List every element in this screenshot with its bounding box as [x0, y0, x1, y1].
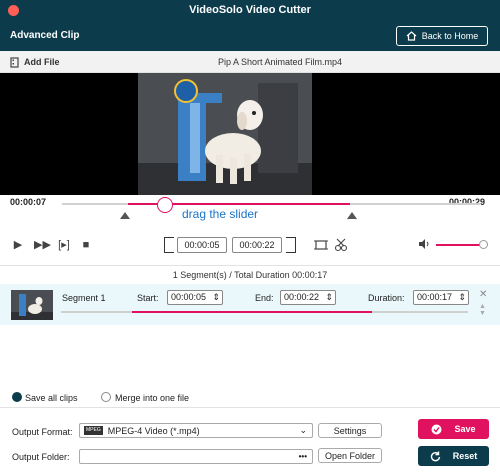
segment-thumbnail [11, 290, 53, 320]
split-icon[interactable] [314, 238, 328, 252]
delete-segment-icon[interactable]: ✕ [479, 289, 487, 300]
segment-name: Segment 1 [62, 293, 106, 303]
save-label: Save [454, 424, 476, 434]
file-name: Pip A Short Animated Film.mp4 [217, 57, 343, 67]
window-title: VideoSolo Video Cutter [189, 4, 311, 16]
page-title: Advanced Clip [10, 30, 80, 41]
reset-icon [430, 451, 440, 461]
check-circle-icon [431, 424, 442, 434]
play-selection-icon[interactable]: [▸] [57, 238, 71, 252]
add-file-button[interactable]: Add File [10, 51, 60, 73]
save-all-radio[interactable] [12, 392, 22, 402]
video-frame [138, 73, 312, 195]
output-format-label: Output Format: [12, 427, 73, 437]
segment-summary: 1 Segment(s) / Total Duration 00:00:17 [0, 265, 500, 283]
reset-button[interactable]: Reset [418, 446, 489, 466]
end-marker[interactable] [347, 212, 357, 219]
stepper-icon[interactable]: ⇕ [325, 291, 335, 304]
chevron-down-icon: ⌄ [299, 425, 307, 435]
set-start-icon[interactable] [164, 237, 174, 253]
stepper-icon[interactable]: ⇕ [458, 291, 468, 304]
file-bar: Add File Pip A Short Animated Film.mp4 [0, 51, 500, 73]
volume-knob[interactable] [479, 240, 488, 249]
merge-label: Merge into one file [115, 393, 190, 403]
save-all-label: Save all clips [25, 393, 78, 403]
segment-start-label: Start: [137, 293, 159, 303]
open-folder-button[interactable]: Open Folder [318, 448, 382, 463]
output-folder-label: Output Folder: [12, 452, 70, 462]
segment-end-value: 00:00:22 [284, 292, 320, 302]
current-time: 00:00:07 [10, 197, 47, 207]
output-folder-value [80, 451, 84, 461]
settings-button[interactable]: Settings [318, 423, 382, 438]
set-end-icon[interactable] [286, 237, 296, 253]
stop-icon[interactable]: ■ [79, 238, 93, 252]
back-to-home-button[interactable]: Back to Home [396, 26, 488, 46]
output-format-value: MPEG-4 Video (*.mp4) [107, 425, 200, 436]
segment-duration-input[interactable]: 00:00:17 ⇕ [413, 290, 469, 305]
segment-end-input[interactable]: 00:00:22 ⇕ [280, 290, 336, 305]
volume-icon[interactable] [418, 238, 430, 250]
film-add-icon [10, 56, 19, 68]
app-header: Advanced Clip Back to Home [0, 21, 500, 51]
cut-icon[interactable] [334, 238, 348, 252]
merge-radio[interactable] [101, 392, 111, 402]
volume-slider[interactable] [436, 244, 484, 246]
output-folder-input[interactable]: ••• [79, 449, 313, 464]
segment-start-input[interactable]: 00:00:05 ⇕ [167, 290, 223, 305]
segment-duration-value: 00:00:17 [417, 292, 453, 302]
start-time-input[interactable]: 00:00:05 [177, 237, 227, 253]
segment-duration-label: Duration: [368, 293, 405, 303]
home-icon [406, 31, 417, 41]
save-button[interactable]: Save [418, 419, 489, 439]
video-frame-image [138, 73, 312, 195]
reorder-icon[interactable]: ▲ ▼ [479, 303, 486, 317]
segment-start-value: 00:00:05 [171, 292, 207, 302]
browse-folder-button[interactable]: ••• [299, 450, 307, 463]
mpeg-format-icon: MPEG [84, 426, 103, 435]
drag-hint: drag the slider [182, 207, 259, 221]
end-time-input[interactable]: 00:00:22 [232, 237, 282, 253]
total-time: 00:00:29 [449, 197, 486, 207]
fast-forward-icon[interactable]: ▶▶ [34, 238, 51, 252]
output-format-select[interactable]: MPEG MPEG-4 Video (*.mp4) ⌄ [79, 423, 313, 438]
start-marker[interactable] [120, 212, 130, 219]
stepper-icon[interactable]: ⇕ [212, 291, 222, 304]
segment-range [132, 311, 372, 313]
playhead-slider[interactable] [157, 197, 173, 213]
back-to-home-label: Back to Home [421, 31, 479, 41]
segment-end-label: End: [255, 293, 274, 303]
play-icon[interactable]: ▶ [11, 238, 25, 252]
add-file-label: Add File [24, 57, 60, 67]
reset-label: Reset [452, 451, 478, 461]
